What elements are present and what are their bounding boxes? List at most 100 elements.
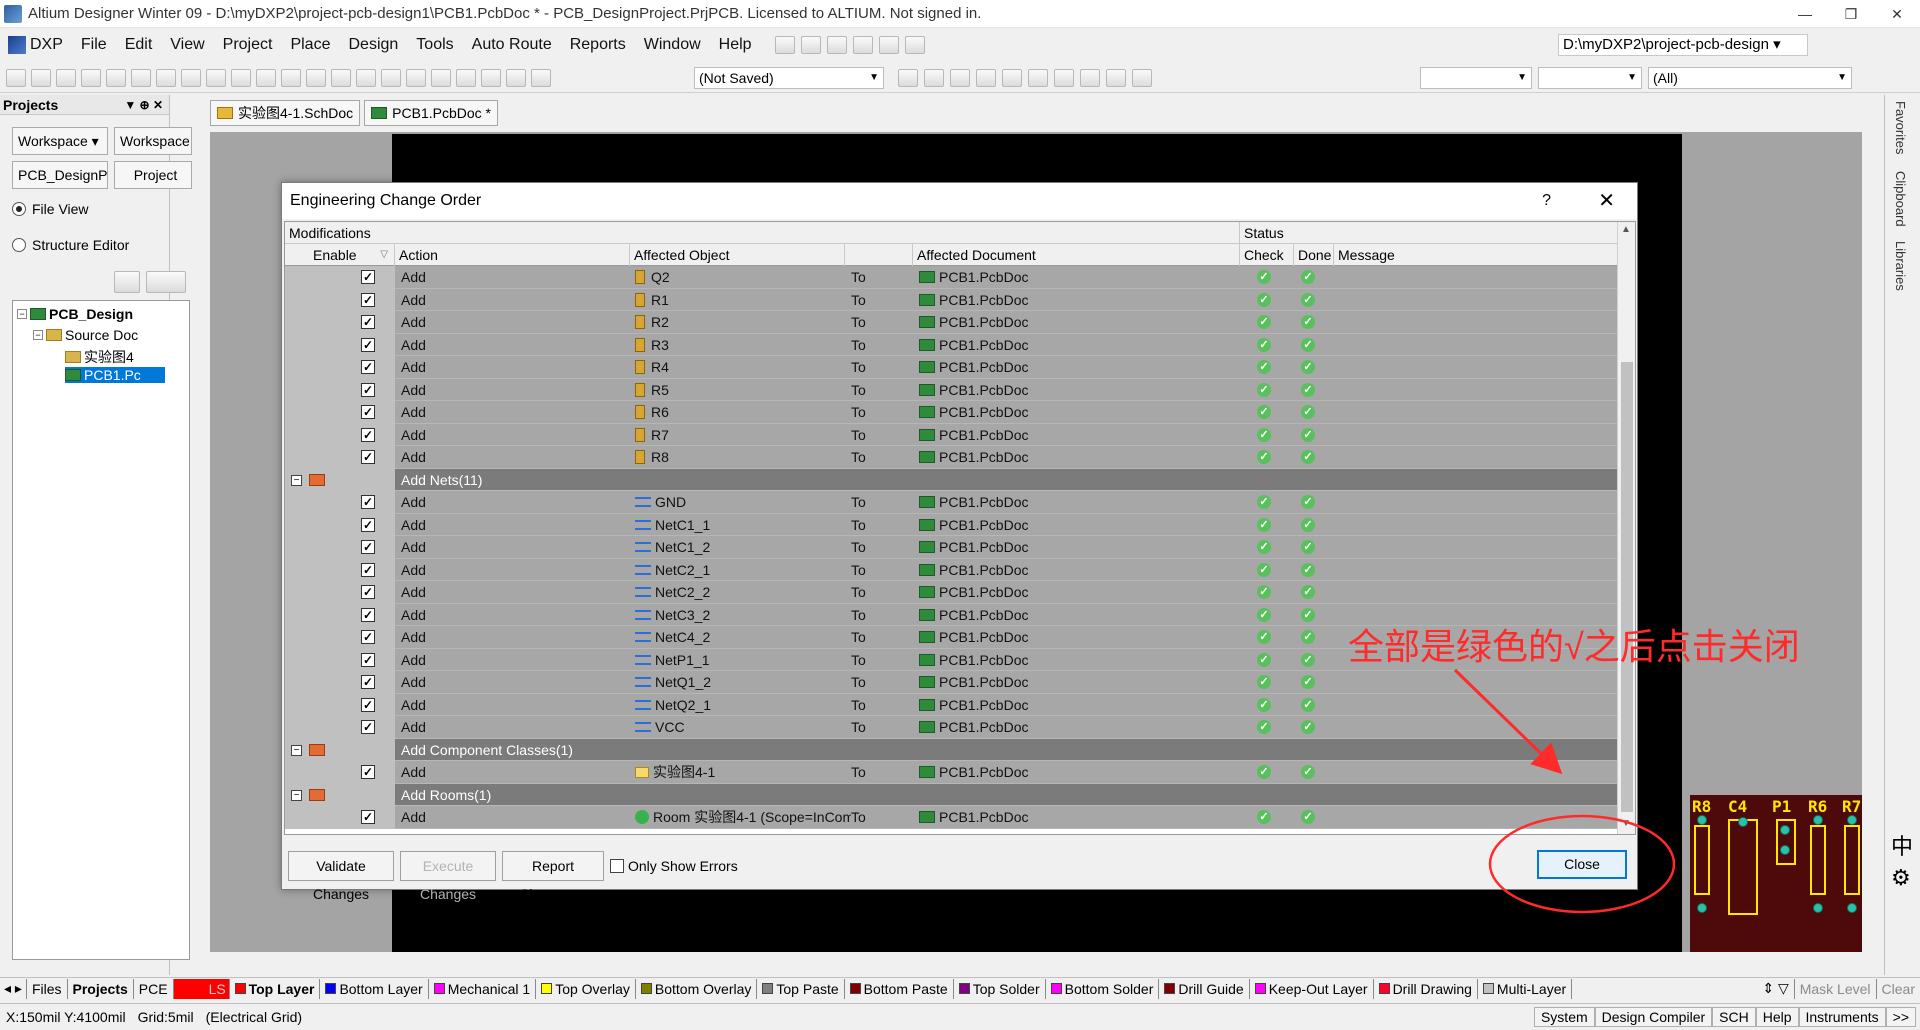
enable-checkbox[interactable]: ✓	[361, 810, 375, 824]
system-button[interactable]: System	[1533, 1007, 1595, 1027]
table-row[interactable]: ✓ Add R3 To PCB1.PcbDoc ✓ ✓	[285, 333, 1618, 356]
design-compiler-button[interactable]: Design Compiler	[1594, 1007, 1713, 1027]
move-icon[interactable]	[381, 68, 401, 87]
enable-checkbox[interactable]: ✓	[361, 652, 375, 667]
clipboard-tab[interactable]: Clipboard	[1893, 171, 1908, 227]
deselect-icon[interactable]	[406, 68, 426, 87]
grid-scrollbar[interactable]: ▲ ▼	[1617, 222, 1635, 834]
menu-reports[interactable]: Reports	[561, 36, 635, 54]
place-polygon-icon[interactable]	[1080, 69, 1100, 87]
enable-checkbox[interactable]: ✓	[361, 337, 375, 352]
select-icon[interactable]	[826, 36, 847, 54]
save-icon[interactable]	[56, 68, 76, 87]
table-row[interactable]: ✓ Add R5 To PCB1.PcbDoc ✓ ✓	[285, 378, 1618, 401]
zoom-selected-icon[interactable]	[206, 68, 226, 87]
zoom-fit-icon[interactable]	[156, 68, 176, 87]
enable-checkbox[interactable]: ✓	[361, 405, 375, 419]
group-row[interactable]: − Add Component Classes(1)	[285, 738, 1618, 761]
layer-tab[interactable]: Top Layer	[230, 978, 321, 999]
menu-project[interactable]: Project	[214, 36, 282, 54]
gear-icon[interactable]: ⚙	[1891, 865, 1911, 891]
interactive-route-icon[interactable]	[774, 36, 795, 54]
tree-pcbdoc-node[interactable]: PCB1.Pc	[65, 367, 165, 383]
minimize-button[interactable]: —	[1782, 0, 1828, 28]
table-row[interactable]: ✓ Add NetC2_1 To PCB1.PcbDoc ✓ ✓	[285, 558, 1618, 581]
select-area-icon[interactable]	[356, 68, 376, 87]
table-row[interactable]: ✓ Add R7 To PCB1.PcbDoc ✓ ✓	[285, 423, 1618, 446]
nav-left-right-icon[interactable]: ◂ ▸	[0, 978, 27, 999]
help-button[interactable]: Help	[1755, 1007, 1799, 1027]
cut-icon[interactable]	[256, 68, 276, 87]
layer-set-button[interactable]: LS	[173, 978, 230, 999]
menu-design[interactable]: Design	[339, 36, 407, 54]
table-row[interactable]: ✓ Add NetC1_1 To PCB1.PcbDoc ✓ ✓	[285, 513, 1618, 536]
enable-checkbox[interactable]: ✓	[361, 720, 375, 734]
table-row[interactable]: ✓ Add R1 To PCB1.PcbDoc ✓ ✓	[285, 288, 1618, 311]
col-check[interactable]: Check	[1240, 244, 1294, 266]
favorites-tab[interactable]: Favorites	[1893, 101, 1908, 154]
enable-checkbox[interactable]: ✓	[361, 765, 375, 779]
enable-checkbox[interactable]: ✓	[361, 585, 375, 599]
collapse-icon[interactable]: −	[291, 789, 302, 801]
copy-icon[interactable]	[281, 68, 301, 87]
table-row[interactable]: ✓ Add NetQ2_1 To PCB1.PcbDoc ✓ ✓	[285, 693, 1618, 716]
help-icon[interactable]: ?	[1542, 183, 1551, 219]
instruments-button[interactable]: Instruments	[1798, 1007, 1886, 1027]
menu-place[interactable]: Place	[281, 36, 339, 54]
dialog-close-icon[interactable]: ✕	[1598, 183, 1615, 219]
mask-level-button[interactable]: Mask Level	[1795, 978, 1877, 999]
enable-checkbox[interactable]: ✓	[361, 630, 375, 644]
group-row[interactable]: − Add Nets(11)	[285, 468, 1618, 491]
col-to[interactable]	[845, 244, 913, 266]
filter-combo-2[interactable]: ▼	[1538, 67, 1642, 89]
col-done[interactable]: Done	[1294, 244, 1334, 266]
table-row[interactable]: ✓ Add R2 To PCB1.PcbDoc ✓ ✓	[285, 311, 1618, 334]
filter-combo-1[interactable]: ▼	[1420, 67, 1532, 89]
saved-state-combo[interactable]: (Not Saved) ▼	[694, 67, 884, 89]
table-row[interactable]: ✓ Add 实验图4-1 To PCB1.PcbDoc ✓ ✓	[285, 761, 1618, 784]
grid-icon[interactable]	[904, 36, 925, 54]
collapse-icon[interactable]: −	[291, 744, 302, 756]
layer-tab[interactable]: Mechanical 1	[429, 978, 537, 999]
cross-probe-icon[interactable]	[506, 68, 526, 87]
col-enable[interactable]: Enable ▽	[285, 244, 395, 266]
paste-icon[interactable]	[306, 68, 326, 87]
layer-tab[interactable]: Bottom Paste	[845, 978, 954, 999]
ime-indicator[interactable]: 中	[1891, 829, 1913, 861]
enable-checkbox[interactable]: ✓	[361, 360, 375, 374]
table-row[interactable]: ✓ Add Room 实验图4-1 (Scope=InComponentClassT…	[285, 806, 1618, 829]
place-multi-track-icon[interactable]	[950, 69, 970, 87]
menu-dxp[interactable]: DXP	[8, 36, 72, 54]
place-component-icon[interactable]	[1132, 69, 1152, 87]
tree-project-node[interactable]: − PCB_Design	[17, 306, 133, 322]
col-affected-document[interactable]: Affected Document	[913, 244, 1240, 266]
menu-auto-route[interactable]: Auto Route	[463, 36, 561, 54]
enable-checkbox[interactable]: ✓	[361, 315, 375, 329]
table-row[interactable]: ✓ Add VCC To PCB1.PcbDoc ✓ ✓	[285, 716, 1618, 739]
rubber-stamp-icon[interactable]	[331, 68, 351, 87]
projects-panel-tab[interactable]: Projects	[68, 978, 134, 999]
eco-close-button[interactable]: Close	[1537, 850, 1627, 879]
group-row[interactable]: − Add Rooms(1)	[285, 783, 1618, 806]
undo-icon[interactable]	[456, 68, 476, 87]
layer-tab[interactable]: Drill Guide	[1159, 978, 1250, 999]
project-dropdown[interactable]: PCB_DesignPr	[12, 161, 108, 189]
enable-checkbox[interactable]: ✓	[361, 540, 375, 554]
collapse-icon[interactable]: −	[17, 309, 27, 319]
more-panels-button[interactable]: >>	[1885, 1007, 1916, 1027]
layer-tab[interactable]: Bottom Overlay	[636, 978, 758, 999]
menu-view[interactable]: View	[161, 36, 213, 54]
enable-checkbox[interactable]: ✓	[361, 427, 375, 442]
tab-pcbdoc[interactable]: PCB1.PcbDoc *	[364, 100, 498, 126]
enable-checkbox[interactable]: ✓	[361, 697, 375, 712]
enable-checkbox[interactable]: ✓	[361, 270, 375, 284]
enable-checkbox[interactable]: ✓	[361, 292, 375, 307]
place-arc-edge-icon[interactable]	[1028, 69, 1048, 87]
menu-window[interactable]: Window	[635, 36, 710, 54]
layer-tab[interactable]: Bottom Layer	[320, 978, 429, 999]
enable-checkbox[interactable]: ✓	[361, 675, 375, 689]
layer-nav-icon[interactable]: ⇕ ▽	[1757, 978, 1795, 999]
layer-tab[interactable]: Drill Drawing	[1374, 978, 1478, 999]
zoom-area-icon[interactable]	[181, 68, 201, 87]
table-row[interactable]: ✓ Add NetQ1_2 To PCB1.PcbDoc ✓ ✓	[285, 671, 1618, 694]
